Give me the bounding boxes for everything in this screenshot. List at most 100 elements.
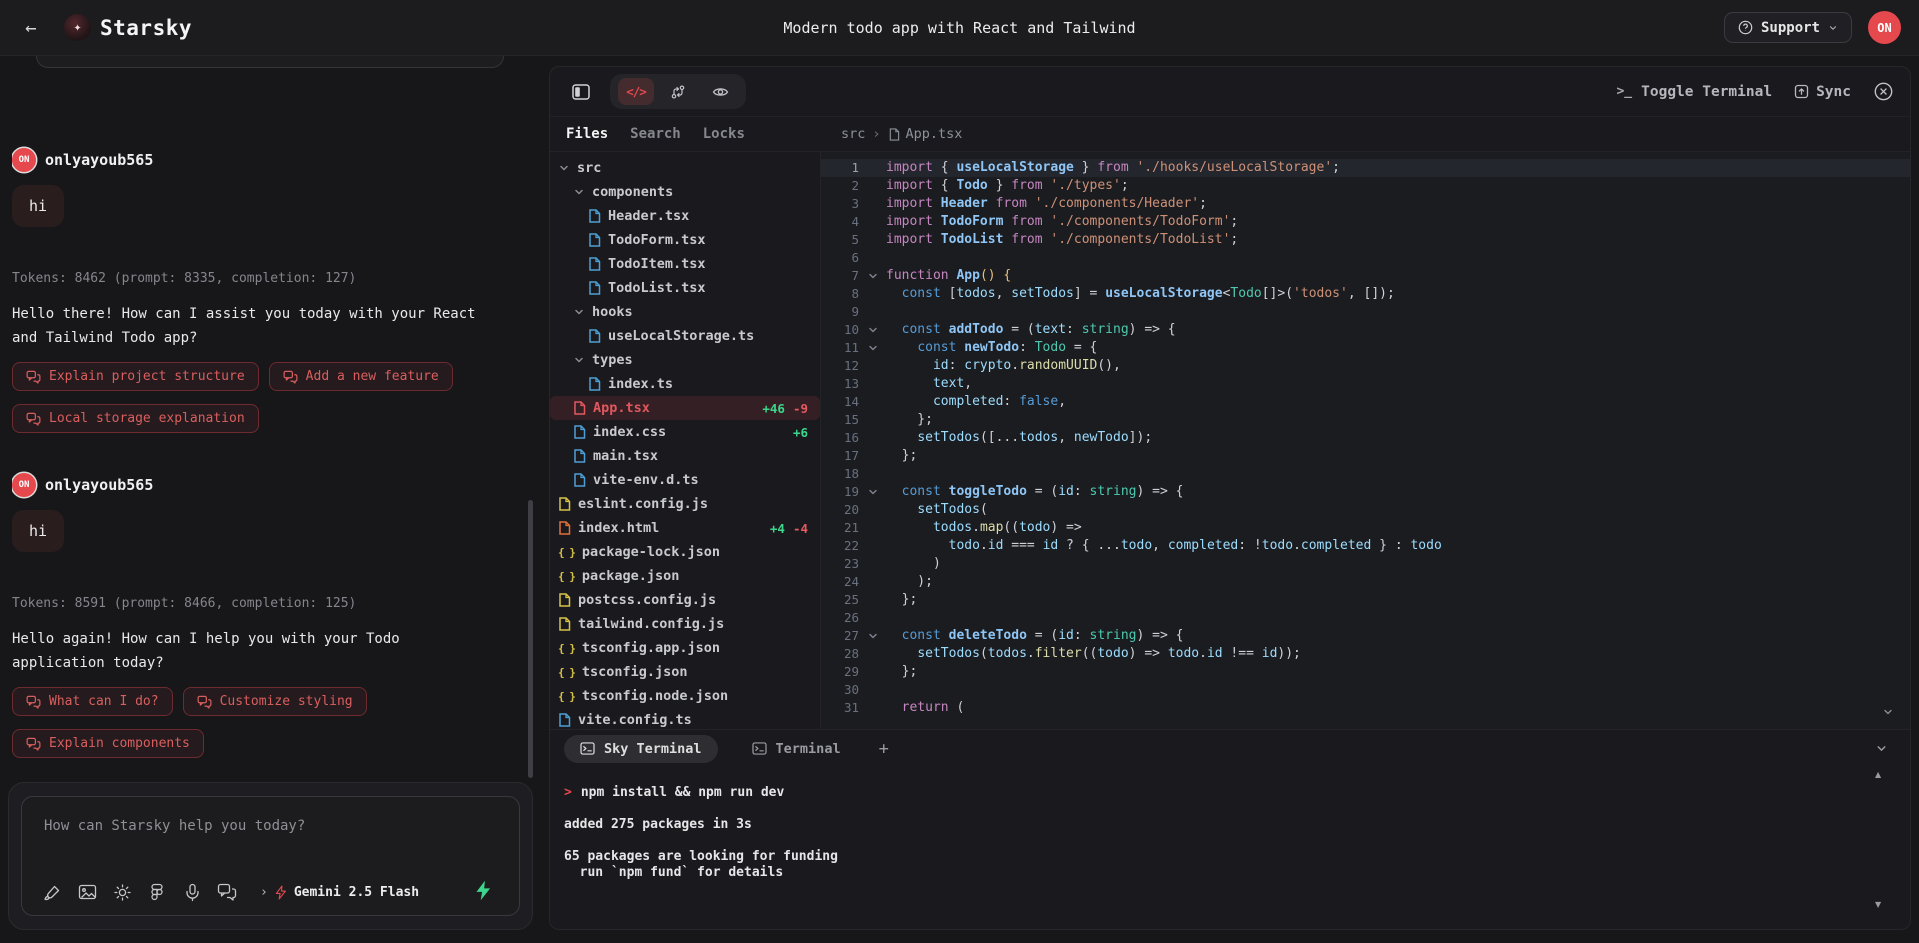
tree-item-todolist-tsx[interactable]: TodoList.tsx: [550, 276, 820, 300]
code-line[interactable]: 19 const toggleTodo = (id: string) => {: [821, 483, 1910, 501]
editor-scroll-down-icon[interactable]: [1882, 706, 1894, 718]
code-line[interactable]: 14 completed: false,: [821, 393, 1910, 411]
tree-item-main-tsx[interactable]: main.tsx: [550, 444, 820, 468]
sync-button[interactable]: Sync: [1794, 84, 1851, 100]
panel-toggle-icon[interactable]: [566, 77, 596, 107]
code-line[interactable]: 15 };: [821, 411, 1910, 429]
tree-item-app-tsx[interactable]: App.tsx+46-9: [550, 396, 820, 420]
code-line[interactable]: 26: [821, 609, 1910, 627]
code-line[interactable]: 1import { useLocalStorage } from './hook…: [821, 159, 1910, 177]
fold-chevron-icon[interactable]: [859, 321, 886, 339]
suggestion-chip[interactable]: Add a new feature: [269, 362, 453, 391]
toggle-terminal-button[interactable]: >_ Toggle Terminal: [1616, 84, 1772, 100]
tree-item-components[interactable]: components: [550, 180, 820, 204]
code-line[interactable]: 28 setTodos(todos.filter((todo) => todo.…: [821, 645, 1910, 663]
chat-input[interactable]: How can Starsky help you today?: [21, 796, 520, 916]
microphone-icon[interactable]: [182, 882, 202, 902]
tab-sky-terminal[interactable]: Sky Terminal: [564, 735, 718, 763]
code-line[interactable]: 25 };: [821, 591, 1910, 609]
code-line[interactable]: 4import TodoForm from './components/Todo…: [821, 213, 1910, 231]
terminal-output[interactable]: >npm install && npm run devadded 275 pac…: [550, 767, 1910, 929]
code-line[interactable]: 13 text,: [821, 375, 1910, 393]
code-line[interactable]: 5import TodoList from './components/Todo…: [821, 231, 1910, 249]
tree-item-header-tsx[interactable]: Header.tsx: [550, 204, 820, 228]
suggestion-chip[interactable]: Explain components: [12, 729, 204, 758]
code-line[interactable]: 16 setTodos([...todos, newTodo]);: [821, 429, 1910, 447]
suggestion-chip[interactable]: Local storage explanation: [12, 404, 259, 433]
code-line[interactable]: 22 todo.id === id ? { ...todo, completed…: [821, 537, 1910, 555]
code-view-button[interactable]: </>: [618, 78, 654, 105]
fold-chevron-icon[interactable]: [859, 339, 886, 357]
tree-item-tailwind-config-js[interactable]: tailwind.config.js: [550, 612, 820, 636]
add-terminal-button[interactable]: +: [879, 739, 889, 759]
tree-item-hooks[interactable]: hooks: [550, 300, 820, 324]
code-line[interactable]: 27 const deleteTodo = (id: string) => {: [821, 627, 1910, 645]
tree-item-index-ts[interactable]: index.ts: [550, 372, 820, 396]
code-line[interactable]: 17 };: [821, 447, 1910, 465]
send-button[interactable]: [471, 878, 495, 902]
preview-view-button[interactable]: [702, 78, 738, 105]
code-line[interactable]: 24 );: [821, 573, 1910, 591]
chat-scrollbar[interactable]: [528, 500, 533, 778]
tree-item-todoform-tsx[interactable]: TodoForm.tsx: [550, 228, 820, 252]
sun-icon[interactable]: [112, 882, 132, 902]
tree-item-package-json[interactable]: { }package.json: [550, 564, 820, 588]
fold-chevron-icon[interactable]: [859, 267, 886, 285]
code-line[interactable]: 2import { Todo } from './types';: [821, 177, 1910, 195]
image-icon[interactable]: [77, 882, 97, 902]
tab-locks[interactable]: Locks: [703, 126, 745, 142]
user-avatar[interactable]: ON: [1868, 11, 1901, 44]
tree-item-package-lock-json[interactable]: { }package-lock.json: [550, 540, 820, 564]
code-line[interactable]: 30: [821, 681, 1910, 699]
code-line[interactable]: 8 const [todos, setTodos] = useLocalStor…: [821, 285, 1910, 303]
tree-item-types[interactable]: types: [550, 348, 820, 372]
suggestion-chip[interactable]: What can I do?: [12, 687, 173, 716]
code-line[interactable]: 29 };: [821, 663, 1910, 681]
suggestion-chip[interactable]: Explain project structure: [12, 362, 259, 391]
tab-search[interactable]: Search: [630, 126, 681, 142]
code-line[interactable]: 3import Header from './components/Header…: [821, 195, 1910, 213]
code-line[interactable]: 18: [821, 465, 1910, 483]
support-button[interactable]: Support: [1724, 12, 1852, 43]
tab-terminal[interactable]: Terminal: [736, 735, 857, 763]
tree-item-vite-env-d-ts[interactable]: vite-env.d.ts: [550, 468, 820, 492]
suggestion-chip[interactable]: Customize styling: [183, 687, 367, 716]
code-line[interactable]: 20 setTodos(: [821, 501, 1910, 519]
diff-view-button[interactable]: [660, 78, 696, 105]
file-icon: [888, 128, 900, 141]
tab-files[interactable]: Files: [566, 126, 608, 142]
tree-item-postcss-config-js[interactable]: postcss.config.js: [550, 588, 820, 612]
model-selector[interactable]: › Gemini 2.5 Flash: [260, 885, 419, 900]
code-line[interactable]: 11 const newTodo: Todo = {: [821, 339, 1910, 357]
back-button[interactable]: ←: [14, 11, 48, 45]
terminal-collapse-icon[interactable]: [1875, 742, 1888, 755]
tree-item-vite-config-ts[interactable]: vite.config.ts: [550, 708, 820, 729]
code-line[interactable]: 23 ): [821, 555, 1910, 573]
fold-chevron-icon[interactable]: [859, 483, 886, 501]
figma-icon[interactable]: [147, 882, 167, 902]
code-line[interactable]: 6: [821, 249, 1910, 267]
close-workspace-button[interactable]: [1873, 81, 1894, 102]
tree-item-index-html[interactable]: index.html+4-4: [550, 516, 820, 540]
brand-name: Starsky: [100, 16, 192, 40]
tree-item-uselocalstorage-ts[interactable]: useLocalStorage.ts: [550, 324, 820, 348]
fold-chevron-icon[interactable]: [859, 627, 886, 645]
tree-item-tsconfig-app-json[interactable]: { }tsconfig.app.json: [550, 636, 820, 660]
paintbrush-icon[interactable]: [42, 882, 62, 902]
code-editor[interactable]: 1import { useLocalStorage } from './hook…: [821, 152, 1910, 729]
code-line[interactable]: 7function App() {: [821, 267, 1910, 285]
tree-item-index-css[interactable]: index.css+6: [550, 420, 820, 444]
tree-item-todoitem-tsx[interactable]: TodoItem.tsx: [550, 252, 820, 276]
terminal-scroll-up-icon[interactable]: ▲: [1875, 770, 1881, 779]
tree-item-src[interactable]: src: [550, 156, 820, 180]
code-line[interactable]: 10 const addTodo = (text: string) => {: [821, 321, 1910, 339]
terminal-scroll-down-icon[interactable]: ▼: [1875, 900, 1881, 909]
tree-item-tsconfig-json[interactable]: { }tsconfig.json: [550, 660, 820, 684]
code-line[interactable]: 12 id: crypto.randomUUID(),: [821, 357, 1910, 375]
code-line[interactable]: 31 return (: [821, 699, 1910, 717]
tree-item-tsconfig-node-json[interactable]: { }tsconfig.node.json: [550, 684, 820, 708]
code-line[interactable]: 21 todos.map((todo) =>: [821, 519, 1910, 537]
chat-icon[interactable]: [217, 882, 237, 902]
tree-item-eslint-config-js[interactable]: eslint.config.js: [550, 492, 820, 516]
code-line[interactable]: 9: [821, 303, 1910, 321]
